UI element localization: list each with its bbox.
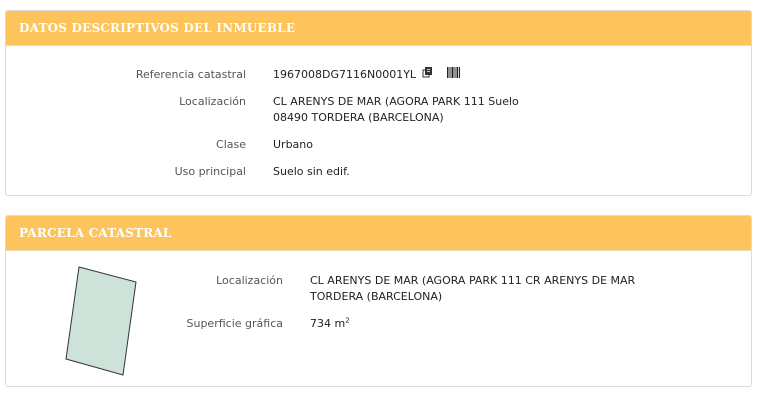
parcela-localizacion-label: Localización	[216, 274, 283, 287]
referencia-label: Referencia catastral	[135, 68, 246, 81]
parcela-panel-header: PARCELA CATASTRAL	[6, 216, 751, 251]
localizacion-line2: 08490 TORDERA (BARCELONA)	[273, 111, 444, 124]
uso-principal-value: Suelo sin edif.	[273, 165, 350, 178]
inmueble-panel-title: DATOS DESCRIPTIVOS DEL INMUEBLE	[19, 21, 296, 35]
clase-value: Urbano	[273, 138, 313, 151]
parcela-localizacion-line1: CL ARENYS DE MAR (AGORA PARK 111 CR AREN…	[310, 274, 636, 287]
localizacion-label: Localización	[179, 95, 246, 108]
inmueble-panel-header: DATOS DESCRIPTIVOS DEL INMUEBLE	[6, 11, 751, 46]
parcela-localizacion-line2: TORDERA (BARCELONA)	[310, 290, 443, 303]
localizacion-line1: CL ARENYS DE MAR (AGORA PARK 111 Suelo	[273, 95, 519, 108]
referencia-value: 1967008DG7116N0001YL	[273, 67, 461, 83]
superficie-number: 734 m	[310, 317, 346, 330]
uso-principal-label: Uso principal	[174, 165, 246, 178]
barcode-icon[interactable]	[447, 67, 461, 83]
superficie-value: 734 m2	[310, 316, 350, 332]
parcela-panel: PARCELA CATASTRAL Localización CL ARENYS…	[5, 215, 752, 387]
superficie-label: Superficie gráfica	[186, 317, 284, 330]
referencia-text: 1967008DG7116N0001YL	[273, 68, 417, 81]
inmueble-panel: DATOS DESCRIPTIVOS DEL INMUEBLE Referenc…	[5, 10, 752, 196]
clase-label: Clase	[216, 138, 246, 151]
superficie-unit-superscript: 2	[345, 316, 350, 325]
parcela-panel-title: PARCELA CATASTRAL	[19, 226, 172, 240]
copy-icon[interactable]	[422, 67, 433, 83]
